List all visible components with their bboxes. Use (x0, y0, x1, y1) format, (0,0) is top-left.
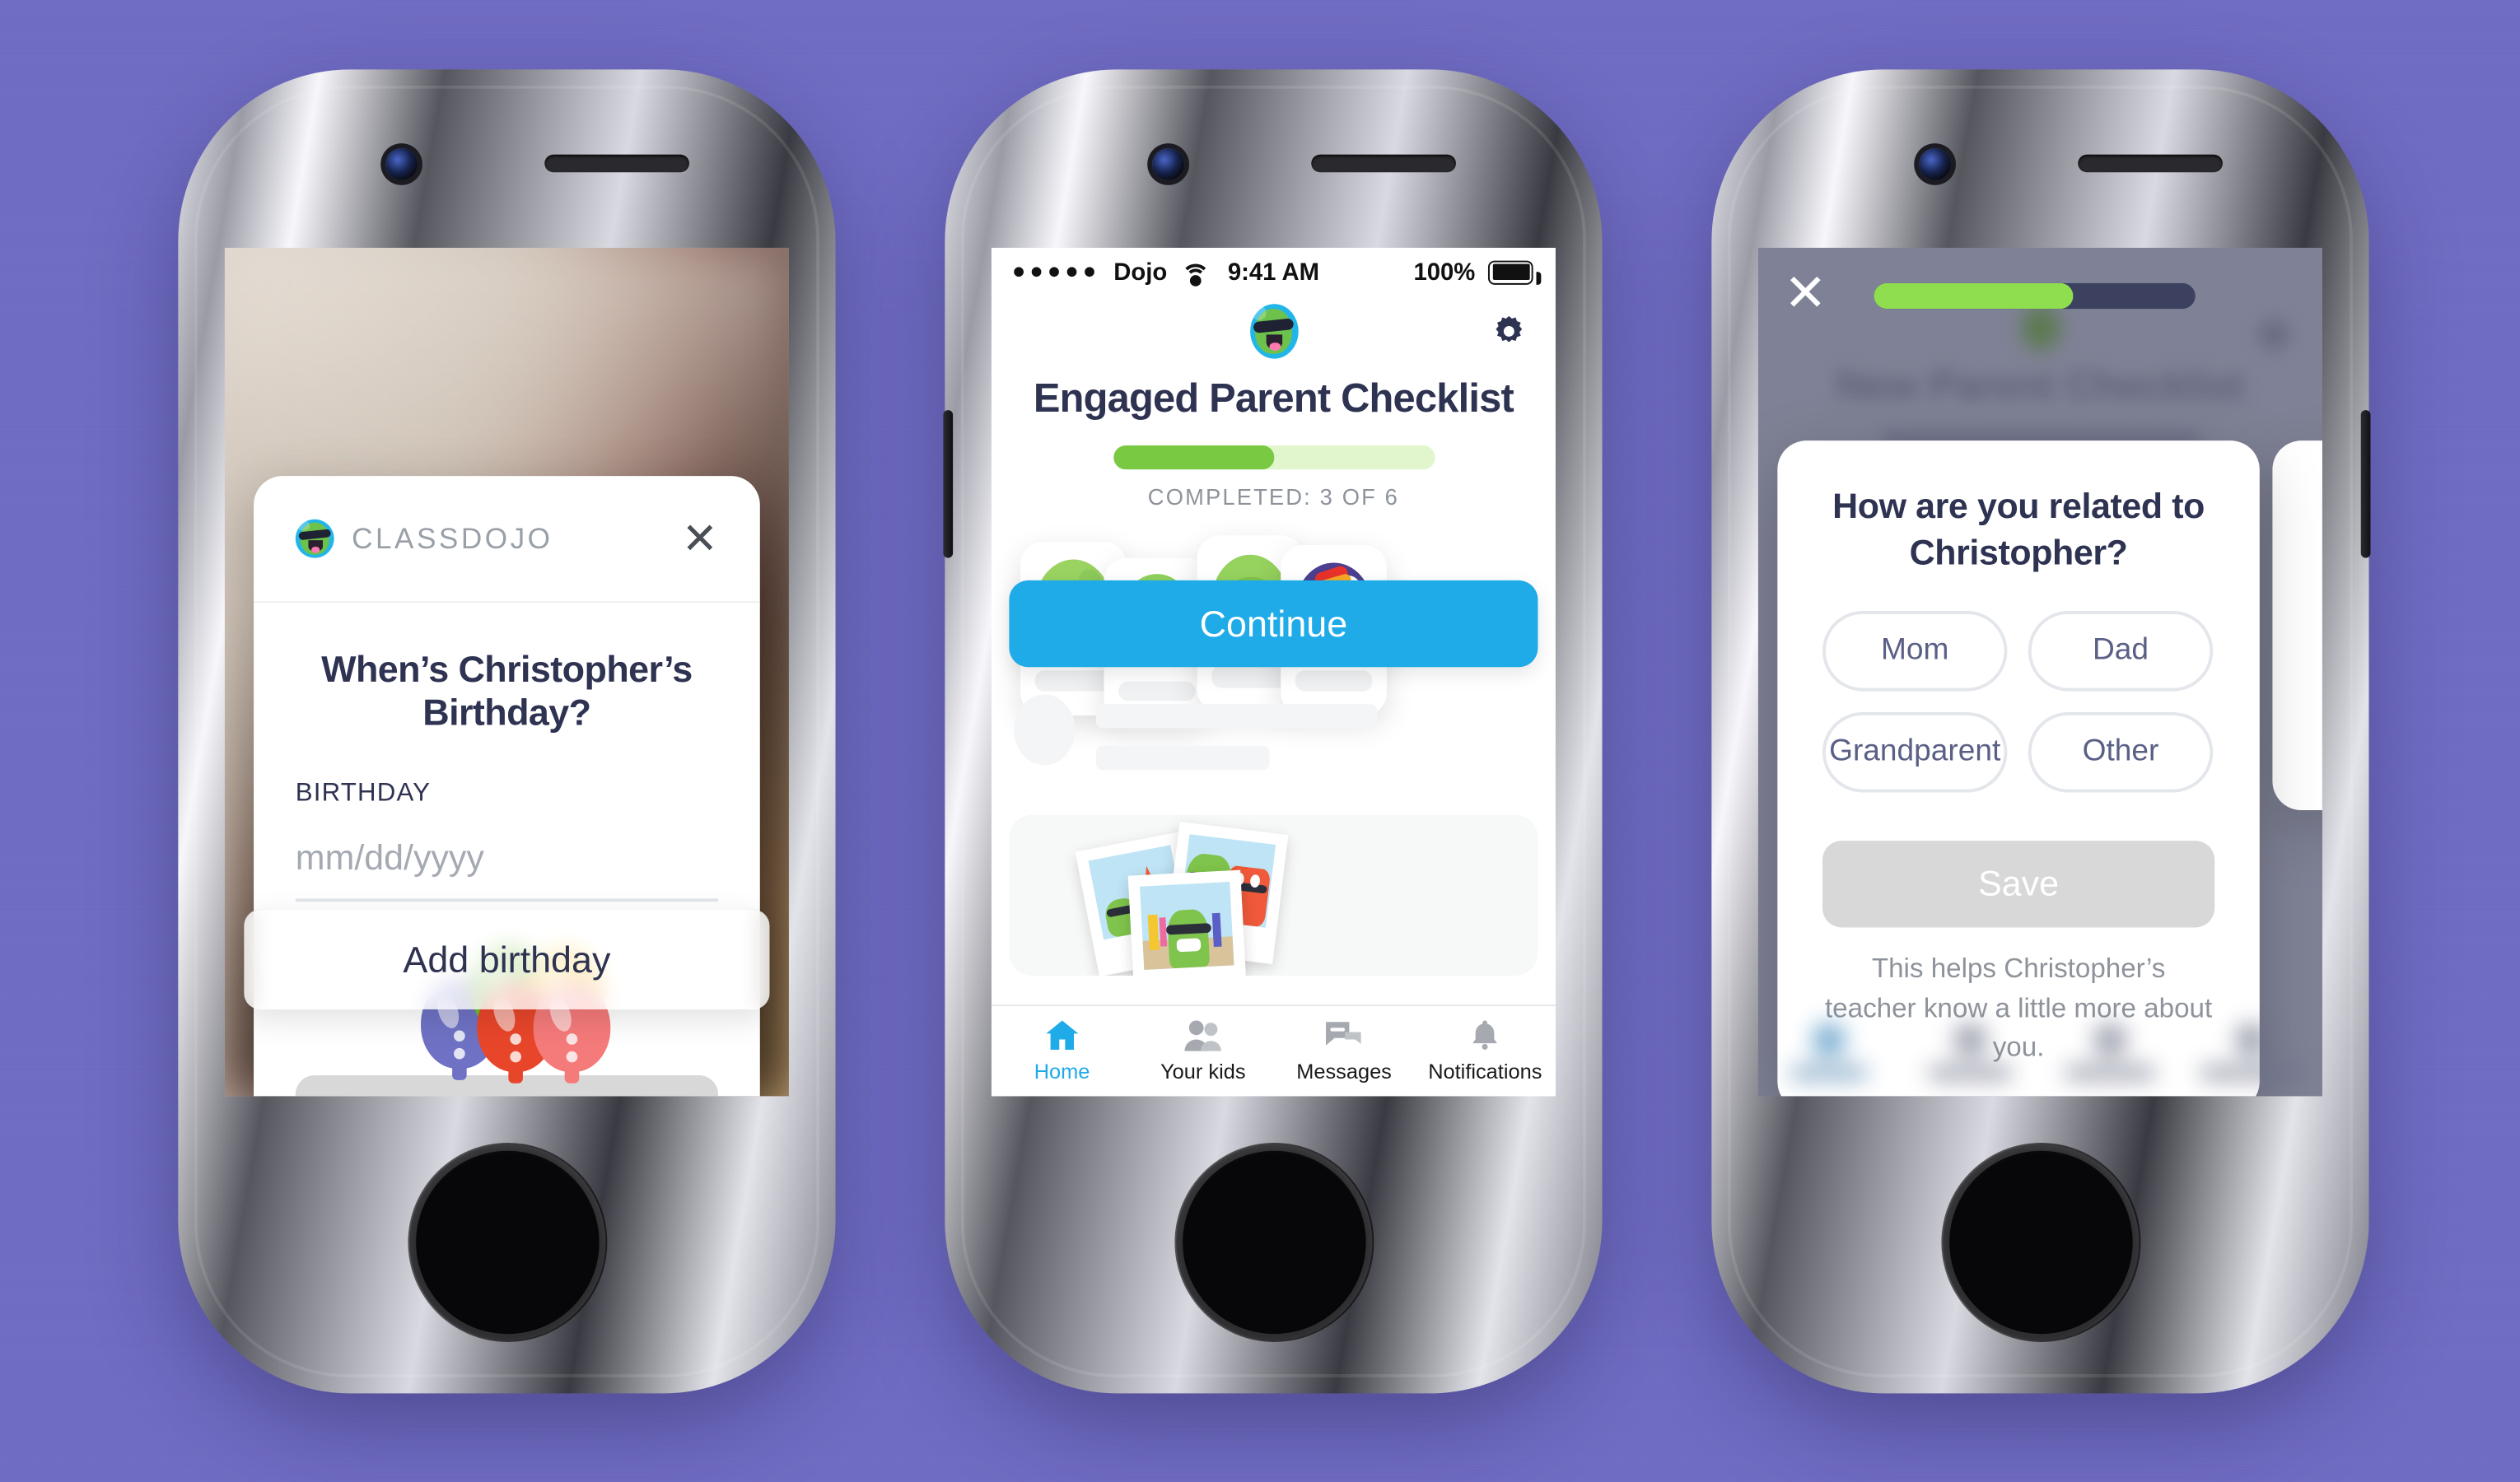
app-header (992, 296, 1556, 366)
photo-post-card[interactable] (1009, 814, 1538, 976)
phone-device-3: New Parent Checklist ✕ How are you relat… (1711, 68, 2371, 1393)
front-camera (386, 147, 419, 180)
classdojo-monster-logo (1249, 303, 1298, 359)
checklist-progress-bar (1113, 445, 1435, 469)
relationship-modal: How are you related to Christopher? Mom … (1777, 440, 2260, 1096)
brand-label: CLASSDOJO (352, 521, 553, 554)
tab-your-kids[interactable]: Your kids (1132, 1018, 1273, 1083)
ghost-tab-home (1758, 1023, 1899, 1079)
modal-question: How are you related to Christopher? (1832, 485, 2205, 572)
earpiece-speaker (544, 154, 690, 172)
home-button[interactable] (1175, 1144, 1372, 1340)
skeleton-lines (1095, 694, 1378, 770)
save-button[interactable]: Save (296, 1074, 719, 1096)
bottom-tab-bar: Home Your kids Messages Notifications (992, 1004, 1556, 1096)
home-button[interactable] (408, 1144, 605, 1340)
option-grandparent[interactable]: Grandparent (1822, 711, 2008, 793)
chat-icon (1326, 1021, 1362, 1046)
onboarding-progress-bar (1874, 282, 2196, 309)
checklist-progress-fill (1113, 445, 1274, 469)
ghost-tab-bar (1758, 1006, 2322, 1096)
ghost-gear-icon (2257, 318, 2290, 351)
relationship-options: Mom Dad Grandparent Other (1777, 576, 2259, 793)
tab-messages[interactable]: Messages (1274, 1018, 1415, 1083)
battery-icon (1488, 259, 1542, 284)
option-dad[interactable]: Dad (2028, 610, 2214, 692)
save-button[interactable]: Save (1822, 840, 2215, 928)
option-mom[interactable]: Mom (1822, 610, 2008, 692)
status-bar: Dojo 9:41 AM 100% (992, 248, 1556, 296)
option-other[interactable]: Other (2028, 711, 2214, 793)
card-title-placeholder (1295, 670, 1373, 692)
ghost-tab-messages (2040, 1023, 2181, 1079)
earpiece-speaker (1311, 154, 1457, 172)
classdojo-monster-logo (296, 519, 334, 558)
front-camera (1919, 147, 1953, 180)
earpiece-speaker (2078, 154, 2224, 172)
ghost-tab-your-kids (1899, 1023, 2040, 1079)
ghost-logo (2021, 305, 2060, 351)
close-icon[interactable]: ✕ (682, 515, 718, 560)
ghost-tab-notifications (2182, 1023, 2322, 1079)
birthday-input[interactable]: mm/dd/yyyy (296, 837, 719, 902)
phone-3-screen: New Parent Checklist ✕ How are you relat… (1757, 247, 2322, 1096)
gear-icon[interactable] (1491, 314, 1527, 349)
checklist-progress-label: COMPLETED: 3 OF 6 (1147, 483, 1400, 510)
card-title-placeholder (1211, 665, 1289, 687)
tab-label: Messages (1296, 1059, 1393, 1084)
page-title: Engaged Parent Checklist (1033, 375, 1514, 422)
modal-body: When’s Christopher’s Birthday? BIRTHDAY … (254, 603, 760, 1096)
skeleton-line-1 (1095, 703, 1378, 729)
phone-2-screen: Dojo 9:41 AM 100% Engaged Parent Checkli… (992, 247, 1556, 1096)
tab-label: Your kids (1160, 1059, 1246, 1084)
home-icon (1046, 1020, 1079, 1050)
ghost-page-title: New Parent Checklist (1836, 363, 2245, 408)
phone-device-1: CLASSDOJO ✕ When’s Christopher’s Birthda… (178, 68, 836, 1393)
skeleton-avatar (1014, 694, 1076, 765)
bell-icon (1472, 1020, 1498, 1050)
tab-notifications[interactable]: Notifications (1415, 1018, 1556, 1083)
feed-skeleton-row (992, 694, 1556, 770)
continue-button[interactable]: Continue (1009, 580, 1538, 667)
close-icon[interactable]: ✕ (1784, 267, 1827, 318)
modal-title: When’s Christopher’s Birthday? (321, 647, 693, 733)
tab-label: Notifications (1428, 1059, 1542, 1084)
birthday-field-label: BIRTHDAY (296, 779, 432, 807)
front-camera (1153, 147, 1186, 180)
add-birthday-button[interactable]: Add birthday (244, 909, 770, 1009)
next-modal-card-peek (2272, 440, 2322, 810)
tab-label: Home (1034, 1059, 1090, 1084)
volume-button[interactable] (2360, 409, 2371, 558)
card-title-placeholder (1035, 669, 1112, 691)
people-icon (1183, 1020, 1221, 1051)
modal-header: CLASSDOJO ✕ (254, 476, 761, 603)
phone-device-2: Dojo 9:41 AM 100% Engaged Parent Checkli… (943, 68, 1603, 1393)
volume-button[interactable] (943, 409, 954, 558)
skeleton-line-2 (1095, 745, 1270, 770)
onboarding-progress-fill (1874, 282, 2074, 309)
tab-home[interactable]: Home (992, 1018, 1132, 1083)
home-button[interactable] (1942, 1144, 2139, 1340)
status-bar-time: 9:41 AM (1227, 258, 1320, 286)
polaroid-photo-3 (1127, 869, 1248, 976)
phone-1-screen: CLASSDOJO ✕ When’s Christopher’s Birthda… (225, 247, 790, 1096)
